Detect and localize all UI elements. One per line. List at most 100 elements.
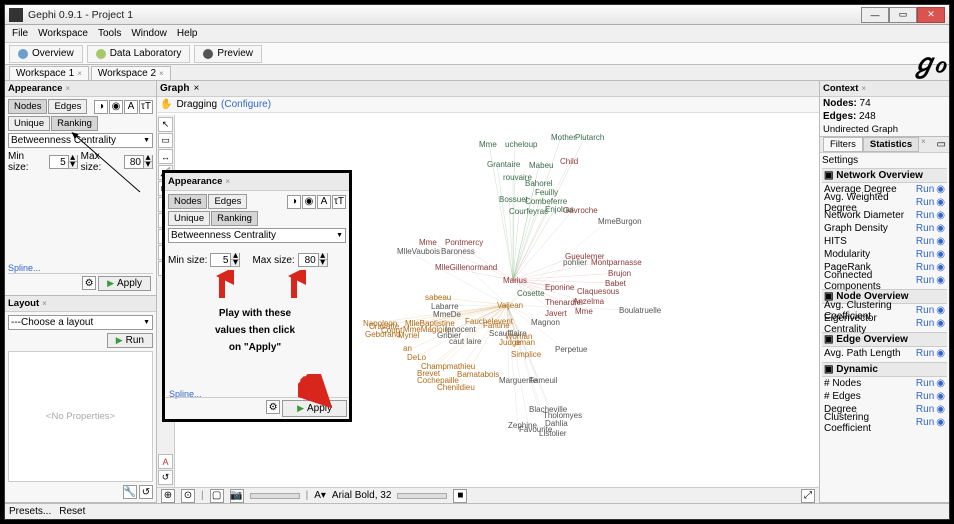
graph-node-label[interactable]: Eponine bbox=[545, 283, 574, 292]
workspace-1-tab[interactable]: Workspace 1× bbox=[9, 66, 89, 80]
graph-node-label[interactable]: Javert bbox=[545, 309, 567, 318]
run-dyn-edges-button[interactable]: Run ◉ bbox=[916, 391, 945, 402]
graph-node-label[interactable]: oman bbox=[515, 338, 535, 347]
hand-icon[interactable]: ✋ bbox=[160, 99, 172, 110]
label-text-icon[interactable]: A bbox=[158, 454, 173, 469]
size-transform-icon[interactable]: ◉ bbox=[109, 100, 123, 114]
label-color-icon[interactable]: ■ bbox=[453, 489, 467, 503]
graph-node-label[interactable]: Mother bbox=[551, 133, 576, 142]
workspace-2-tab[interactable]: Workspace 2× bbox=[91, 66, 171, 80]
close-icon[interactable]: × bbox=[861, 84, 866, 93]
reset-colors-icon[interactable]: ↺ bbox=[158, 470, 173, 485]
graph-node-label[interactable]: Cosette bbox=[517, 289, 545, 298]
menu-help[interactable]: Help bbox=[173, 27, 202, 40]
reset-link[interactable]: Reset bbox=[59, 506, 85, 517]
apply-button[interactable]: ▶Apply bbox=[98, 276, 151, 291]
preview-perspective-button[interactable]: Preview bbox=[194, 45, 262, 63]
data-laboratory-perspective-button[interactable]: Data Laboratory bbox=[87, 45, 191, 63]
ranking-mode-tab[interactable]: Ranking bbox=[51, 116, 98, 131]
graph-node-label[interactable]: caut laire bbox=[449, 337, 481, 346]
graph-node-label[interactable]: Mme bbox=[575, 307, 593, 316]
graph-node-label[interactable]: Baroness bbox=[441, 247, 475, 256]
spline-link[interactable]: Spline... bbox=[8, 263, 153, 273]
background-color-icon[interactable]: ▢ bbox=[210, 489, 224, 503]
graph-node-label[interactable]: Marius bbox=[503, 276, 527, 285]
close-icon[interactable]: × bbox=[42, 299, 47, 308]
graph-node-label[interactable]: DeLo bbox=[407, 353, 426, 362]
presets-link[interactable]: Presets... bbox=[9, 506, 51, 517]
close-icon[interactable]: × bbox=[159, 69, 164, 78]
graph-node-label[interactable]: Chenildieu bbox=[437, 383, 475, 392]
run-connected-button[interactable]: Run ◉ bbox=[916, 275, 945, 286]
graph-node-label[interactable]: Simplice bbox=[511, 350, 541, 359]
run-network-diameter-button[interactable]: Run ◉ bbox=[916, 210, 945, 221]
graph-node-label[interactable]: Anzelma bbox=[573, 297, 604, 306]
layout-run-button[interactable]: ▶Run bbox=[107, 333, 153, 348]
graph-node-label[interactable]: Feuilly bbox=[535, 188, 558, 197]
minimize-button[interactable]: — bbox=[861, 7, 889, 23]
layout-reset-icon[interactable]: ↺ bbox=[139, 485, 153, 499]
run-pagerank-button[interactable]: Run ◉ bbox=[916, 262, 945, 273]
run-clustering-button[interactable]: Run ◉ bbox=[916, 305, 945, 316]
graph-node-label[interactable]: Boulatruelle bbox=[619, 306, 661, 315]
graph-node-label[interactable]: Scaufflaire bbox=[489, 329, 527, 338]
graph-node-label[interactable]: MmeDe bbox=[433, 310, 461, 319]
overview-perspective-button[interactable]: Overview bbox=[9, 45, 83, 63]
menu-workspace[interactable]: Workspace bbox=[34, 27, 92, 40]
run-eigenvector-button[interactable]: Run ◉ bbox=[916, 318, 945, 329]
show-labels-icon[interactable]: A▾ bbox=[314, 490, 326, 501]
rect-select-tool-icon[interactable]: ▭ bbox=[158, 133, 173, 148]
graph-node-label[interactable]: Mme bbox=[479, 140, 497, 149]
center-graph-icon[interactable]: ⊙ bbox=[181, 489, 195, 503]
statistics-tab[interactable]: Statistics bbox=[863, 137, 919, 152]
edge-weight-slider[interactable] bbox=[250, 493, 300, 499]
graph-node-label[interactable]: Mme bbox=[419, 238, 437, 247]
menu-tools[interactable]: Tools bbox=[94, 27, 125, 40]
maximize-button[interactable]: ▭ bbox=[889, 7, 917, 23]
graph-node-label[interactable]: an bbox=[403, 344, 412, 353]
graph-node-label[interactable]: Bahorel bbox=[525, 179, 553, 188]
graph-node-label[interactable]: Fameuil bbox=[529, 376, 557, 385]
graph-node-label[interactable]: Magnon bbox=[531, 318, 560, 327]
run-graph-density-button[interactable]: Run ◉ bbox=[916, 223, 945, 234]
color-transform-icon[interactable]: ◑ bbox=[94, 100, 108, 114]
graph-node-label[interactable]: Valjean bbox=[497, 301, 523, 310]
graph-node-label[interactable]: ucheloup bbox=[505, 140, 537, 149]
run-dyn-degree-button[interactable]: Run ◉ bbox=[916, 404, 945, 415]
run-avg-path-button[interactable]: Run ◉ bbox=[916, 348, 945, 359]
label-size-icon[interactable]: τT bbox=[139, 100, 153, 114]
graph-node-label[interactable]: Grantaire bbox=[487, 160, 520, 169]
graph-node-label[interactable]: Mabeu bbox=[529, 161, 553, 170]
graph-node-label[interactable]: Child bbox=[560, 157, 578, 166]
graph-node-label[interactable]: Claquesous bbox=[577, 287, 619, 296]
expand-icon[interactable]: ⤢ bbox=[801, 489, 815, 503]
panel-menu-icon[interactable]: ▭ bbox=[937, 139, 946, 150]
graph-node-label[interactable]: MlleVaubois bbox=[397, 247, 440, 256]
nodes-tab[interactable]: Nodes bbox=[8, 99, 47, 114]
run-avg-w-degree-button[interactable]: Run ◉ bbox=[916, 197, 945, 208]
graph-node-label[interactable]: Perpetue bbox=[555, 345, 587, 354]
close-icon[interactable]: × bbox=[65, 84, 70, 93]
run-avg-degree-button[interactable]: Run ◉ bbox=[916, 184, 945, 195]
graph-node-label[interactable]: Plutarch bbox=[575, 133, 604, 142]
close-icon[interactable]: × bbox=[193, 83, 199, 94]
run-hits-button[interactable]: Run ◉ bbox=[916, 236, 945, 247]
layout-select[interactable]: ---Choose a layout▼ bbox=[8, 315, 153, 330]
graph-node-label[interactable]: sabeau bbox=[425, 293, 451, 302]
label-size-slider[interactable] bbox=[397, 493, 447, 499]
graph-node-label[interactable]: Brujon bbox=[608, 269, 631, 278]
edges-tab[interactable]: Edges bbox=[48, 99, 87, 114]
graph-node-label[interactable]: Gavroche bbox=[563, 206, 598, 215]
close-button[interactable]: ✕ bbox=[917, 7, 945, 23]
graph-node-label[interactable]: Bamatabois bbox=[457, 370, 499, 379]
move-tool-icon[interactable]: ↔ bbox=[158, 149, 173, 164]
graph-node-label[interactable]: Courfeyrac bbox=[509, 207, 548, 216]
graph-node-label[interactable]: MmeBurgon bbox=[598, 217, 642, 226]
run-dyn-nodes-button[interactable]: Run ◉ bbox=[916, 378, 945, 389]
run-dyn-clustering-button[interactable]: Run ◉ bbox=[916, 417, 945, 428]
close-icon[interactable]: × bbox=[77, 69, 82, 78]
configure-link[interactable]: (Configure) bbox=[221, 99, 271, 110]
graph-node-label[interactable]: Bossuet bbox=[499, 195, 528, 204]
graph-node-label[interactable]: Geborand bbox=[365, 330, 401, 339]
graph-node-label[interactable]: pohlier bbox=[563, 258, 587, 267]
